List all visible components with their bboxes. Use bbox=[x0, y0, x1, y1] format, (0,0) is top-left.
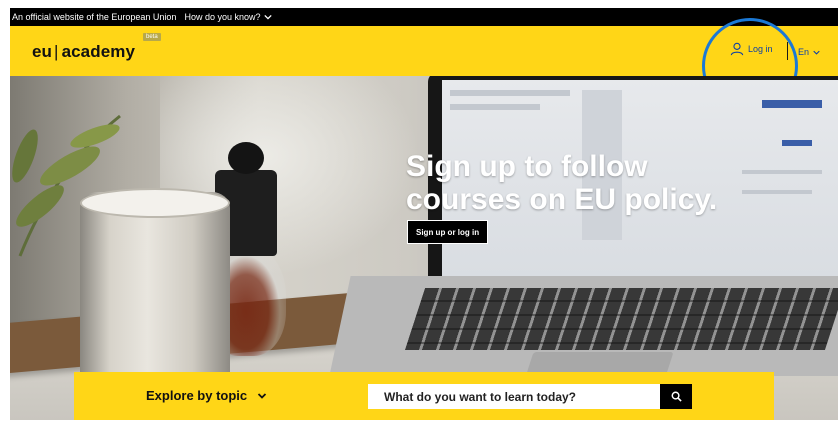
logo-separator: | bbox=[54, 42, 59, 61]
language-selector[interactable]: En bbox=[798, 47, 820, 57]
ceramic-cup bbox=[80, 192, 230, 388]
chevron-down-icon bbox=[813, 50, 820, 55]
search-input[interactable] bbox=[368, 384, 660, 409]
explore-search-bar: Explore by topic bbox=[74, 372, 774, 420]
cup-rim bbox=[80, 188, 230, 218]
search-icon bbox=[671, 391, 682, 402]
site-header: eu | academy beta Log in En bbox=[10, 18, 838, 114]
eu-official-banner: An official website of the European Unio… bbox=[10, 8, 838, 26]
beta-badge: beta bbox=[143, 33, 161, 41]
page: An official website of the European Unio… bbox=[10, 8, 838, 420]
eu-official-text: An official website of the European Unio… bbox=[12, 12, 177, 22]
how-do-you-know-label: How do you know? bbox=[184, 12, 261, 22]
chevron-down-icon bbox=[258, 392, 267, 399]
logo-academy-text: academy bbox=[61, 42, 136, 61]
explore-by-topic-label: Explore by topic bbox=[146, 388, 248, 403]
signup-login-button[interactable]: Sign up or log in bbox=[407, 220, 489, 244]
hero-title: Sign up to follow courses on EU policy. bbox=[406, 150, 718, 216]
search-button[interactable] bbox=[660, 384, 692, 409]
logo-eu-text: eu bbox=[32, 42, 53, 61]
hero-banner: Sign up to follow courses on EU policy. … bbox=[10, 76, 838, 420]
language-label: En bbox=[798, 47, 810, 57]
eu-academy-logo[interactable]: eu | academy bbox=[32, 42, 135, 62]
chevron-down-icon bbox=[263, 14, 272, 20]
explore-by-topic-dropdown[interactable]: Explore by topic bbox=[146, 388, 267, 403]
laptop-keyboard bbox=[404, 288, 838, 350]
bulb-knob bbox=[228, 142, 264, 174]
laptop-trackpad bbox=[526, 352, 674, 374]
how-do-you-know-toggle[interactable]: How do you know? bbox=[184, 12, 272, 22]
